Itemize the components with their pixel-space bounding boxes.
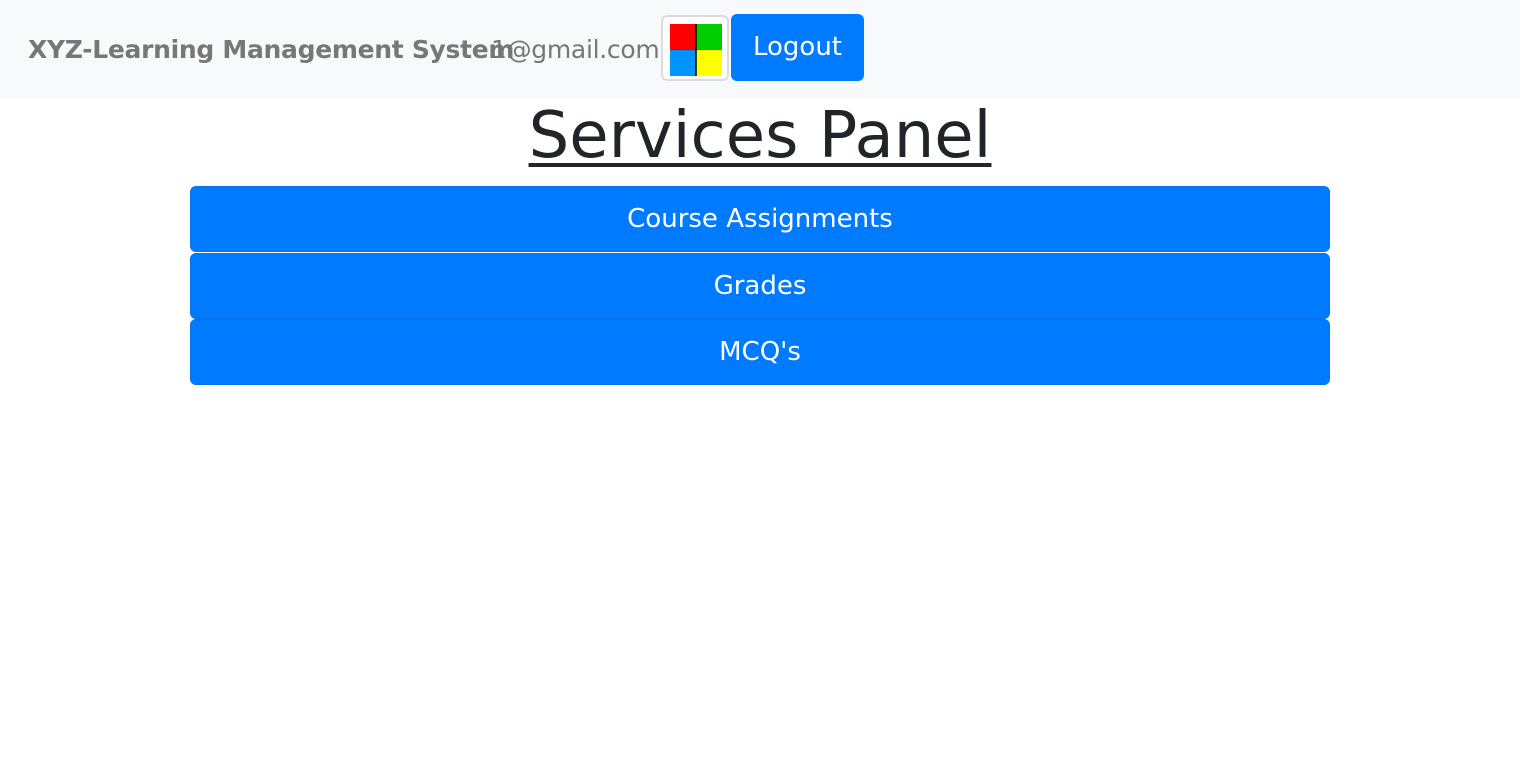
services-list: Course Assignments Grades MCQ's — [190, 186, 1330, 386]
course-assignments-button[interactable]: Course Assignments — [190, 186, 1330, 252]
navbar: XYZ-Learning Management System 1@gmail.c… — [0, 0, 1520, 98]
page-title: Services Panel — [0, 98, 1520, 174]
mcqs-button[interactable]: MCQ's — [190, 319, 1330, 385]
brand-title[interactable]: XYZ-Learning Management System — [28, 32, 514, 68]
page-title-text: Services Panel — [528, 99, 992, 173]
grades-button[interactable]: Grades — [190, 252, 1330, 319]
user-email: 1@gmail.com — [491, 35, 660, 64]
logout-button[interactable]: Logout — [731, 14, 864, 81]
four-color-grid-icon — [670, 24, 722, 76]
apps-menu-button[interactable] — [661, 15, 729, 81]
